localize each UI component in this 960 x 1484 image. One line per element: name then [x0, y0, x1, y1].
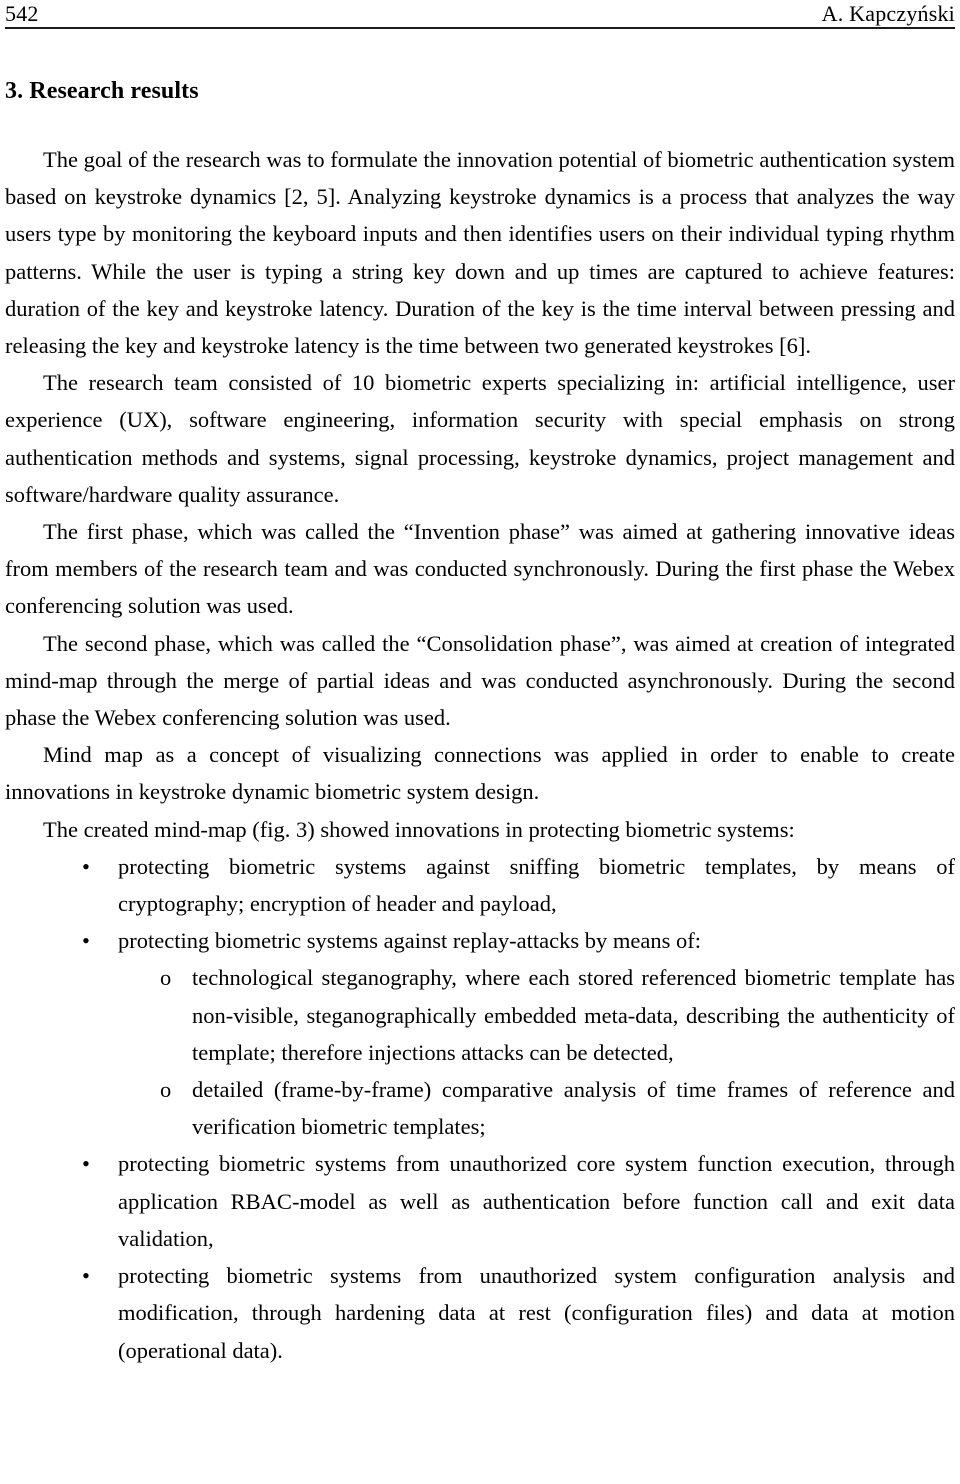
document-page: 542 A. Kapczyński 3. Research results Th…: [0, 0, 960, 1484]
running-header: 542 A. Kapczyński: [5, 0, 955, 27]
list-item-text: protecting biometric systems against rep…: [118, 928, 701, 954]
list-item-text: protecting biometric systems from unauth…: [118, 1263, 955, 1363]
replay-attack-sublist: o technological steganography, where eac…: [5, 959, 955, 1145]
bullet-icon: •: [82, 928, 90, 954]
list-item: • protecting biometric systems from unau…: [5, 1145, 955, 1257]
list-item-text: technological steganography, where each …: [192, 965, 955, 1065]
paragraph-second-phase: The second phase, which was called the “…: [5, 630, 955, 731]
paragraph-research-team: The research team consisted of 10 biomet…: [5, 370, 955, 507]
bullet-icon: •: [82, 853, 90, 879]
list-item: • protecting biometric systems against s…: [5, 848, 955, 922]
header-divider-rule: [5, 27, 955, 29]
innovations-list: • protecting biometric systems against s…: [5, 848, 955, 1369]
nested-list-container: o technological steganography, where eac…: [5, 959, 955, 1145]
paragraph-mind-map-intro: The created mind-map (fig. 3) showed inn…: [43, 816, 795, 842]
list-item: o technological steganography, where eac…: [5, 959, 955, 1071]
paragraph-research-goal: The goal of the research was to formulat…: [5, 147, 955, 359]
page-number: 542: [5, 1, 39, 26]
running-author-name: A. Kapczyński: [821, 1, 955, 26]
list-item: • protecting biometric systems from unau…: [5, 1257, 955, 1369]
list-item-text: protecting biometric systems from unauth…: [118, 1151, 955, 1251]
list-item-text: protecting biometric systems against sni…: [118, 853, 955, 917]
circle-bullet-icon: o: [160, 1077, 172, 1103]
list-item-text: detailed (frame-by-frame) comparative an…: [192, 1077, 955, 1140]
list-item: o detailed (frame-by-frame) comparative …: [5, 1071, 955, 1145]
section-heading: 3. Research results: [5, 78, 199, 104]
bullet-icon: •: [82, 1263, 90, 1289]
circle-bullet-icon: o: [160, 965, 172, 991]
list-item: • protecting biometric systems against r…: [5, 922, 955, 959]
paragraph-first-phase: The first phase, which was called the “I…: [5, 519, 955, 619]
body-content: The goal of the research was to formulat…: [5, 141, 955, 1369]
bullet-icon: •: [82, 1151, 90, 1177]
paragraph-mind-map-concept: Mind map as a concept of visualizing con…: [5, 742, 955, 805]
